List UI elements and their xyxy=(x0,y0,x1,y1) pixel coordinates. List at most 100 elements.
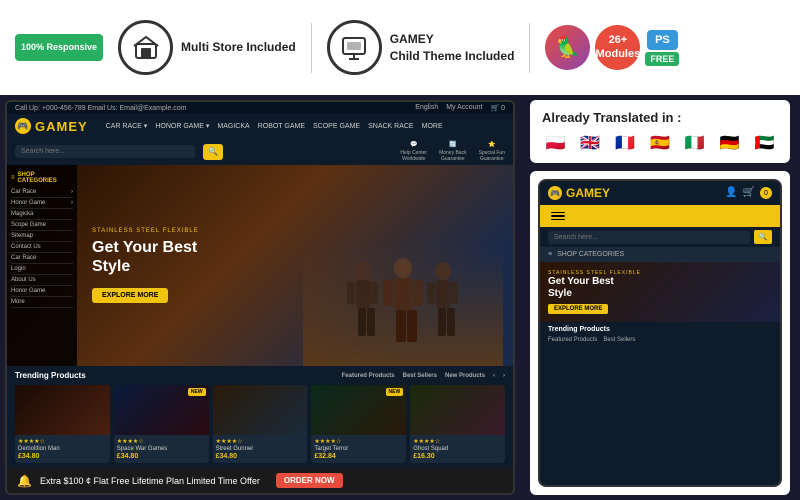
mobile-search-input[interactable] xyxy=(548,231,750,244)
mobile-logo-text: GAMEY xyxy=(566,186,610,200)
support-special: ⭐ Special FunGuarantee xyxy=(479,141,505,162)
help-text: Help CenterWorldwide xyxy=(400,150,427,162)
sidebar-contact[interactable]: Contact Us xyxy=(11,242,73,253)
parrot-icon: 🦜 xyxy=(545,25,590,70)
mobile-trending-tabs: Featured Products Best Sellers xyxy=(548,337,772,343)
product-card-3: ★★★★☆ Street Gunner £34.80 xyxy=(213,385,308,463)
product-info-5: ★★★★☆ Ghost Squad £16.30 xyxy=(410,435,505,463)
tab-nav-prev[interactable]: ‹ xyxy=(493,373,495,379)
mobile-menu-icon-label: ≡ xyxy=(548,251,552,258)
multistore-badge: Multi Store Included xyxy=(118,20,296,75)
nav-magicka[interactable]: MAGICKA xyxy=(217,122,249,130)
sidebar-magicka[interactable]: Magicka xyxy=(11,209,73,220)
ps-group: PS FREE xyxy=(645,30,679,66)
mobile-explore-button[interactable]: EXPLORE MORE xyxy=(548,304,608,314)
search-row: 🔍 💬 Help CenterWorldwide 🔄 Money BackGua… xyxy=(7,138,513,165)
trending-section: Trending Products Featured Products Best… xyxy=(7,366,513,468)
mobile-search-button[interactable]: 🔍 xyxy=(754,230,772,244)
offer-icon: 🔔 xyxy=(17,474,32,488)
tab-new[interactable]: New Products xyxy=(445,373,485,379)
name-1: Demolition Man xyxy=(18,446,107,452)
sidebar-car-race-2[interactable]: Car Race xyxy=(11,253,73,264)
mobile-user-icon[interactable]: 👤 xyxy=(725,187,737,199)
hero-section: ≡ SHOP CATEGORIES Car Race › Honor Game … xyxy=(7,165,513,366)
name-5: Ghost Squad xyxy=(413,446,502,452)
mobile-hero: STAINLESS STEEL FLEXIBLE Get Your BestSt… xyxy=(540,262,780,322)
hero-explore-button[interactable]: EXPLORE MORE xyxy=(92,288,168,303)
logo-text: GAMEY xyxy=(35,119,88,134)
sidebar-about[interactable]: About Us xyxy=(11,275,73,286)
product-card-inner-3[interactable]: ★★★★☆ Street Gunner £34.80 xyxy=(213,385,308,463)
tab-featured[interactable]: Featured Products xyxy=(342,373,395,379)
product-card-2: NEW ★★★★☆ Space War Games £34.80 xyxy=(114,385,209,463)
nav-snack-race[interactable]: SNACK RACE xyxy=(368,122,414,130)
mobile-trending-title: Trending Products xyxy=(548,326,772,333)
hero-soldiers xyxy=(303,246,503,366)
price-1: £34.80 xyxy=(18,453,107,460)
mobile-cart-icon[interactable]: 🛒 xyxy=(743,187,755,199)
money-icon: 🔄 xyxy=(449,141,456,148)
mobile-hero-title: Get Your BestStyle xyxy=(548,276,641,300)
sidebar-login[interactable]: Login xyxy=(11,264,73,275)
product-info-2: ★★★★☆ Space War Games £34.80 xyxy=(114,435,209,463)
nav-honor-game[interactable]: HONOR GAME ▾ xyxy=(155,122,209,130)
offer-button[interactable]: ORDER NOW xyxy=(276,473,343,488)
nav-bar: 🎮 GAMEY CAR RACE ▾ HONOR GAME ▾ MAGICKA … xyxy=(7,114,513,138)
sidebar-honor-game[interactable]: Honor Game › xyxy=(11,198,73,209)
store-logo: 🎮 GAMEY xyxy=(15,118,88,134)
product-card-inner-2[interactable]: ★★★★☆ Space War Games £34.80 xyxy=(114,385,209,463)
product-info-3: ★★★★☆ Street Gunner £34.80 xyxy=(213,435,308,463)
product-card-inner-4[interactable]: ★★★★☆ Target Terror £32.84 xyxy=(311,385,406,463)
sidebar-honor-2[interactable]: Honor Game xyxy=(11,286,73,297)
tab-bestsellers[interactable]: Best Sellers xyxy=(403,373,437,379)
nav-car-race[interactable]: CAR RACE ▾ xyxy=(106,122,148,130)
mobile-trending: Trending Products Featured Products Best… xyxy=(540,322,780,347)
right-panel: Already Translated in : 🇵🇱 🇬🇧 🇫🇷 🇪🇸 🇮🇹 🇩… xyxy=(520,95,800,500)
childtheme-text: GAMEY Child Theme Included xyxy=(390,31,515,65)
help-icon: 💬 xyxy=(410,141,417,148)
sidebar-car-race[interactable]: Car Race › xyxy=(11,187,73,198)
tab-nav-next[interactable]: › xyxy=(503,373,505,379)
price-4: £32.84 xyxy=(314,453,403,460)
ps-badge: PS xyxy=(647,30,678,50)
mobile-frame: 🎮 GAMEY 👤 🛒 0 xyxy=(538,179,782,487)
mobile-categories-label: SHOP CATEGORIES xyxy=(557,251,624,258)
support-money: 🔄 Money BackGuarantee xyxy=(439,141,467,162)
childtheme-icon-circle xyxy=(327,20,382,75)
search-button[interactable]: 🔍 xyxy=(203,144,223,160)
sidebar-icon: ≡ xyxy=(11,175,15,181)
mobile-tab-featured[interactable]: Featured Products xyxy=(548,337,597,343)
top-section: 100% Responsive Multi Store Included GAM… xyxy=(0,0,800,95)
sidebar-title: ≡ SHOP CATEGORIES xyxy=(11,169,73,187)
product-img-5 xyxy=(410,385,505,435)
hero-subtitle: STAINLESS STEEL FLEXIBLE xyxy=(92,228,199,234)
special-icon: ⭐ xyxy=(488,141,495,148)
price-5: £16.30 xyxy=(413,453,502,460)
childtheme-badge: GAMEY Child Theme Included xyxy=(327,20,515,75)
sidebar-sitemap[interactable]: Sitemap xyxy=(11,231,73,242)
product-card-inner-5[interactable]: ★★★★☆ Ghost Squad £16.30 xyxy=(410,385,505,463)
nav-robot-game[interactable]: ROBOT GAME xyxy=(258,122,305,130)
mobile-hero-text: STAINLESS STEEL FLEXIBLE Get Your BestSt… xyxy=(548,270,641,314)
product-card-1: ★★★★☆ Demolition Man £34.80 xyxy=(15,385,110,463)
trending-tabs[interactable]: Featured Products Best Sellers New Produ… xyxy=(342,373,505,379)
product-card-inner-1[interactable]: ★★★★☆ Demolition Man £34.80 xyxy=(15,385,110,463)
logo-icon: 🎮 xyxy=(15,118,31,134)
name-2: Space War Games xyxy=(117,446,206,452)
mobile-hamburger-icon[interactable] xyxy=(548,209,568,223)
website-preview: Call Up: +000-456-789 Email Us: Email@Ex… xyxy=(5,100,515,495)
search-input[interactable] xyxy=(15,145,195,158)
money-text: Money BackGuarantee xyxy=(439,150,467,162)
nav-scope-game[interactable]: SCOPE GAME xyxy=(313,122,360,130)
product-img-3 xyxy=(213,385,308,435)
sidebar-scope-game[interactable]: Scope Game xyxy=(11,220,73,231)
nav-more[interactable]: MORE xyxy=(422,122,443,130)
flag-spain: 🇪🇸 xyxy=(647,133,674,153)
mobile-logo: 🎮 GAMEY xyxy=(548,186,610,200)
flags-row: 🇵🇱 🇬🇧 🇫🇷 🇪🇸 🇮🇹 🇩🇪 🇦🇪 xyxy=(542,133,778,153)
stars-3: ★★★★☆ xyxy=(216,438,305,445)
separator-1 xyxy=(311,23,312,73)
mobile-tab-bestsellers[interactable]: Best Sellers xyxy=(603,337,635,343)
product-grid: ★★★★☆ Demolition Man £34.80 NEW ★★★★☆ Sp… xyxy=(15,385,505,463)
sidebar-more[interactable]: More xyxy=(11,297,73,308)
